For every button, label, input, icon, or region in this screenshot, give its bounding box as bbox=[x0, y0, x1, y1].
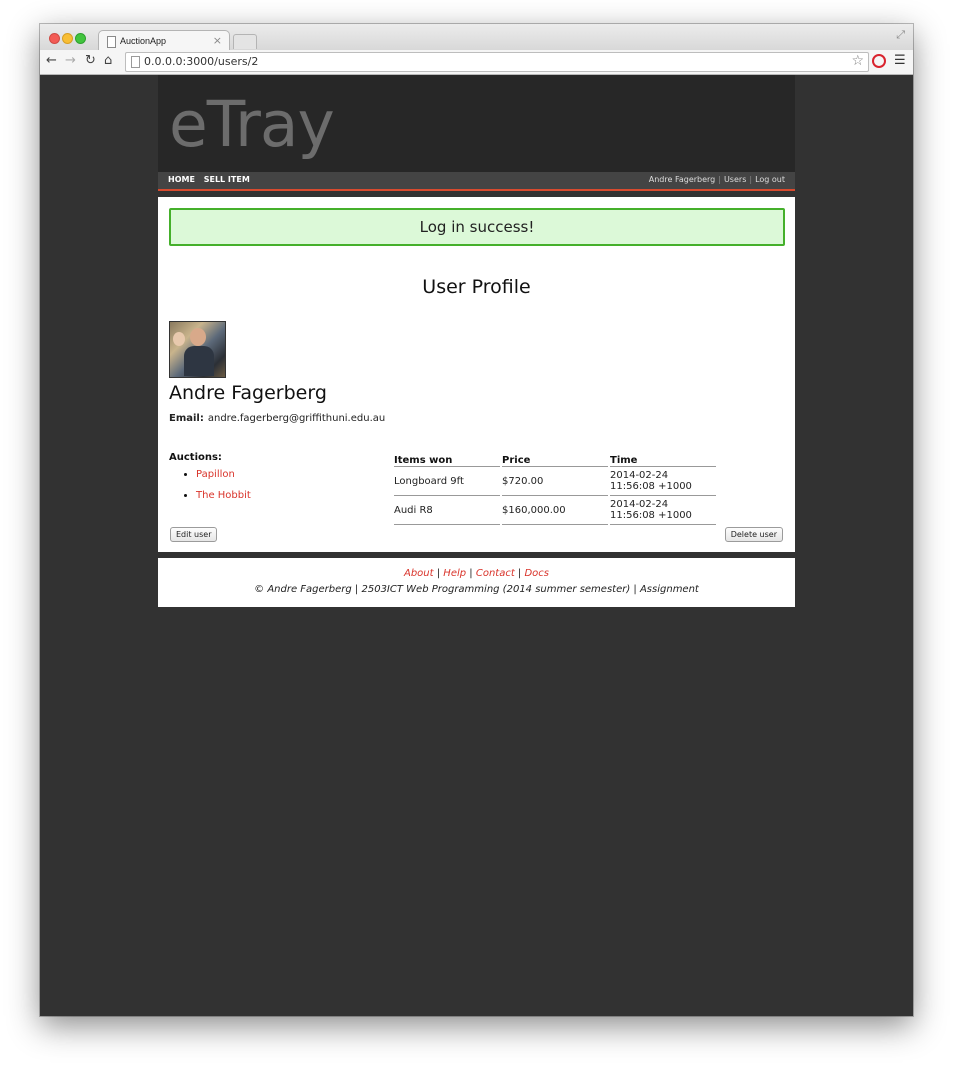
nav-logout-link[interactable]: Log out bbox=[755, 175, 785, 184]
email-label: Email: bbox=[169, 413, 204, 424]
table-row: Audi R8 $160,000.00 2014-02-24 11:56:08 … bbox=[394, 496, 716, 525]
close-tab-icon[interactable]: × bbox=[213, 34, 222, 47]
time-cell: 2014-02-24 11:56:08 +1000 bbox=[610, 467, 716, 496]
site-header: eTray bbox=[158, 75, 795, 172]
nav-users-link[interactable]: Users bbox=[724, 175, 746, 184]
footer-help-link[interactable]: Help bbox=[443, 568, 466, 579]
new-tab-button[interactable] bbox=[233, 34, 257, 49]
email-line: Email: andre.fagerberg@griffithuni.edu.au bbox=[169, 413, 385, 424]
column-header-price: Price bbox=[502, 453, 608, 467]
footer-copyright: © Andre Fagerberg | 2503ICT Web Programm… bbox=[254, 584, 699, 595]
nav-user-link[interactable]: Andre Fagerberg bbox=[649, 175, 715, 184]
footer-docs-link[interactable]: Docs bbox=[524, 568, 549, 579]
document-icon bbox=[107, 36, 116, 48]
auction-link-papillon[interactable]: Papillon bbox=[196, 469, 235, 480]
item-cell: Longboard 9ft bbox=[394, 467, 500, 496]
page-container: eTray HOME SELL ITEM Andre Fagerberg | Use… bbox=[158, 75, 795, 607]
url-text[interactable]: 0.0.0.0:3000/users/2 bbox=[144, 55, 258, 68]
nav-separator: | bbox=[749, 175, 753, 184]
list-item: The Hobbit bbox=[196, 490, 251, 501]
price-cell: $720.00 bbox=[502, 467, 608, 496]
address-bar[interactable]: 0.0.0.0:3000/users/2 ☆ bbox=[125, 52, 869, 72]
nav-sell-item-link[interactable]: SELL ITEM bbox=[204, 175, 250, 184]
page-title: User Profile bbox=[422, 276, 531, 298]
list-item: Papillon bbox=[196, 469, 251, 480]
page-viewport: eTray HOME SELL ITEM Andre Fagerberg | Use… bbox=[40, 75, 913, 1016]
user-name: Andre Fagerberg bbox=[169, 382, 327, 404]
flash-message: Log in success! bbox=[169, 208, 785, 246]
browser-window: AuctionApp × ⤢ ← → ↻ ⌂ 0.0.0.0:3000/user… bbox=[40, 24, 913, 1016]
menu-icon[interactable]: ☰ bbox=[894, 53, 906, 68]
table-header-row: Items won Price Time bbox=[394, 453, 716, 467]
site-navbar: HOME SELL ITEM Andre Fagerberg | Users | Log… bbox=[158, 172, 795, 191]
back-icon[interactable]: ← bbox=[46, 53, 57, 68]
minimize-window-icon[interactable] bbox=[62, 33, 73, 44]
table-row: Longboard 9ft $720.00 2014-02-24 11:56:0… bbox=[394, 467, 716, 496]
forward-icon[interactable]: → bbox=[65, 53, 76, 68]
footer-contact-link[interactable]: Contact bbox=[476, 568, 515, 579]
main-content: Log in success! User Profile Andre Fager… bbox=[158, 197, 795, 552]
bookmark-star-icon[interactable]: ☆ bbox=[851, 53, 864, 69]
footer-links: About | Help | Contact | Docs bbox=[403, 568, 550, 579]
time-cell: 2014-02-24 11:56:08 +1000 bbox=[610, 496, 716, 525]
auction-list: Papillon The Hobbit bbox=[184, 469, 251, 511]
items-won-table: Items won Price Time Longboard 9ft $720.… bbox=[392, 453, 718, 525]
title-bar: AuctionApp × ⤢ bbox=[40, 24, 913, 53]
price-cell: $160,000.00 bbox=[502, 496, 608, 525]
edit-user-button[interactable]: Edit user bbox=[170, 527, 218, 542]
nav-separator: | bbox=[718, 175, 721, 184]
auction-link-the-hobbit[interactable]: The Hobbit bbox=[196, 490, 251, 501]
opera-extension-icon[interactable] bbox=[872, 54, 886, 68]
close-window-icon[interactable] bbox=[49, 33, 60, 44]
reload-icon[interactable]: ↻ bbox=[85, 53, 96, 68]
page-icon bbox=[131, 56, 140, 68]
avatar bbox=[169, 321, 226, 378]
email-value: andre.fagerberg@griffithuni.edu.au bbox=[207, 413, 386, 424]
delete-user-button[interactable]: Delete user bbox=[724, 527, 783, 542]
site-logo[interactable]: eTray bbox=[169, 93, 335, 156]
tab-title: AuctionApp bbox=[120, 36, 167, 46]
nav-home-link[interactable]: HOME bbox=[168, 175, 195, 184]
column-header-items-won: Items won bbox=[394, 453, 500, 467]
home-icon[interactable]: ⌂ bbox=[104, 53, 112, 68]
auctions-label: Auctions: bbox=[169, 452, 222, 463]
zoom-window-icon[interactable] bbox=[75, 33, 86, 44]
fullscreen-icon[interactable]: ⤢ bbox=[896, 28, 905, 42]
item-cell: Audi R8 bbox=[394, 496, 500, 525]
footer-about-link[interactable]: About bbox=[404, 568, 434, 579]
column-header-time: Time bbox=[610, 453, 716, 467]
browser-toolbar: ← → ↻ ⌂ 0.0.0.0:3000/users/2 ☆ ☰ bbox=[40, 50, 913, 75]
site-footer: About | Help | Contact | Docs © Andre Fa… bbox=[158, 558, 795, 607]
